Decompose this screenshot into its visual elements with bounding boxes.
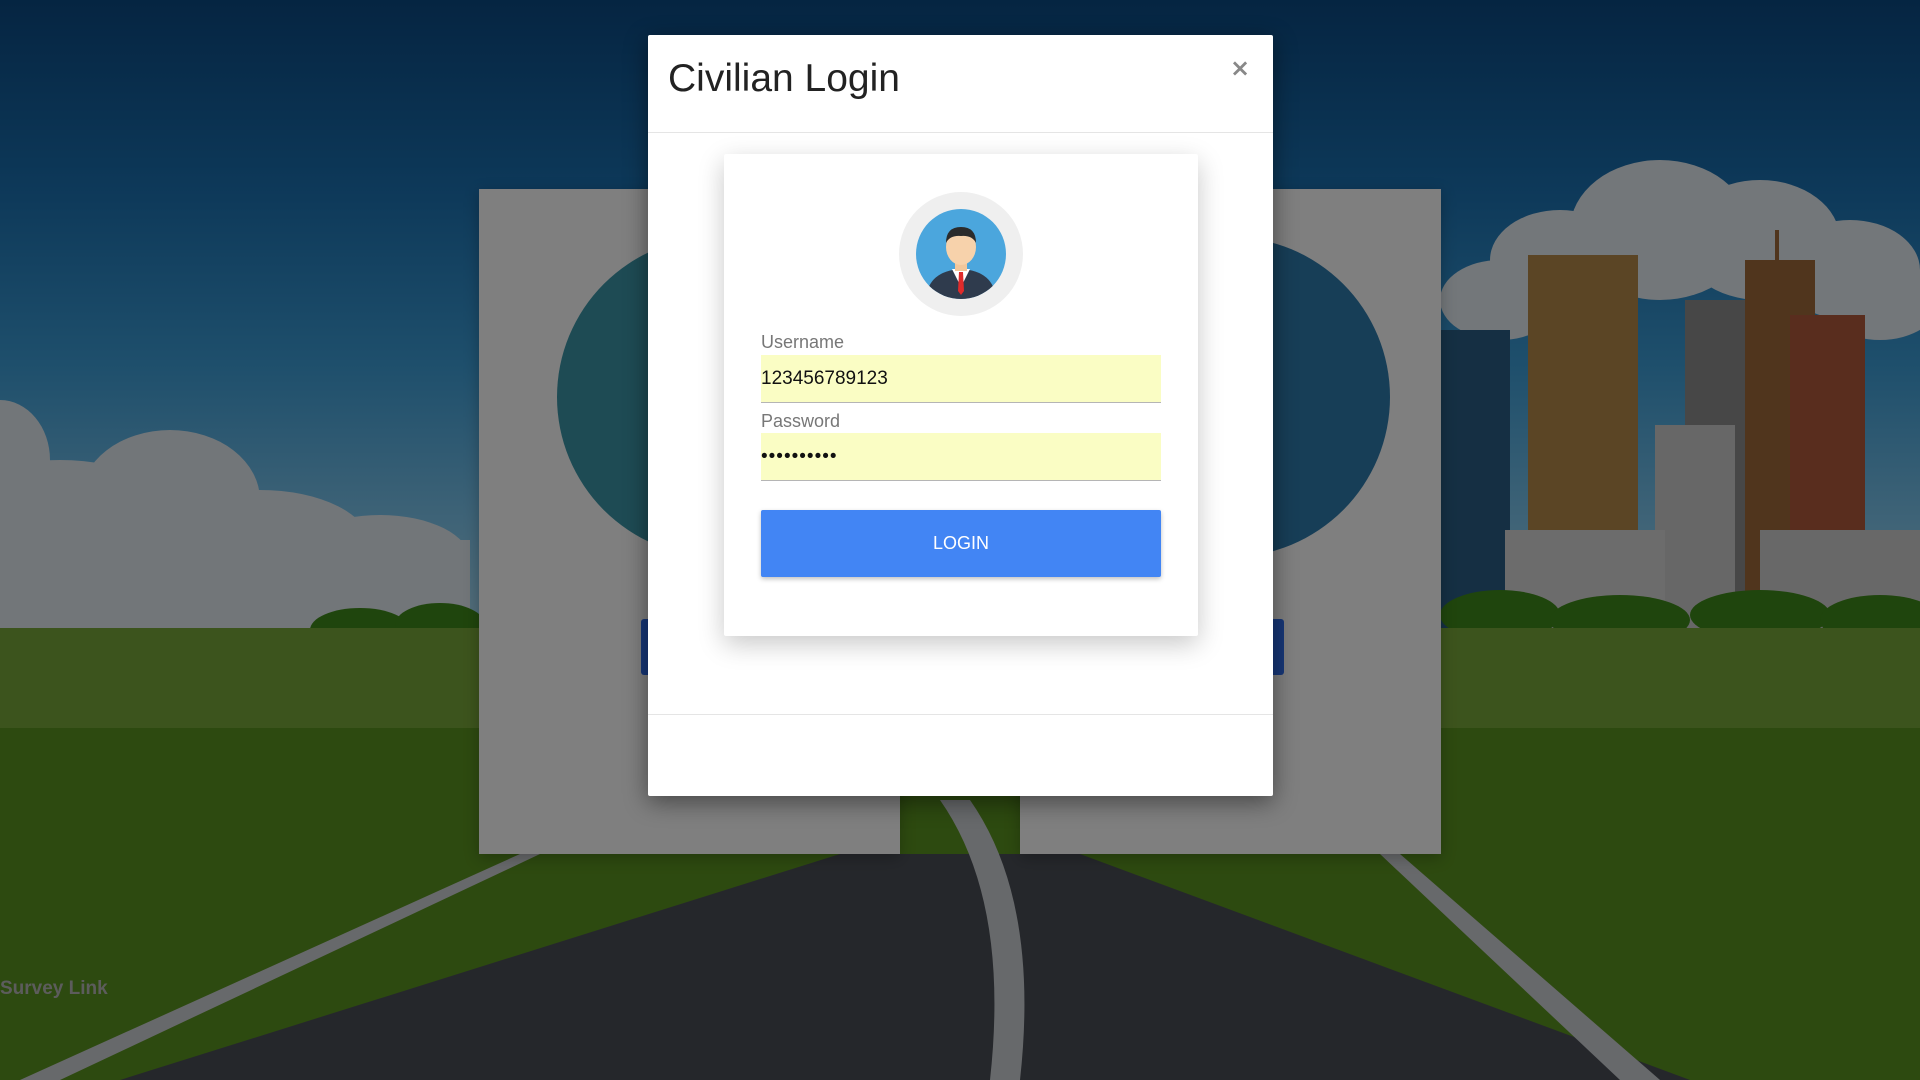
login-modal: Civilian Login × Username Password LOG [648, 35, 1273, 796]
login-card: Username Password LOGIN [724, 154, 1198, 636]
businessman-avatar-icon [916, 209, 1006, 299]
modal-footer [648, 714, 1273, 796]
password-input[interactable] [761, 433, 1161, 481]
password-label: Password [761, 411, 841, 431]
modal-header: Civilian Login × [648, 35, 1273, 133]
username-label: Username [761, 332, 845, 352]
username-input[interactable] [761, 355, 1161, 403]
avatar [899, 192, 1023, 316]
close-icon[interactable]: × [1225, 53, 1255, 83]
login-button[interactable]: LOGIN [761, 510, 1161, 577]
modal-title: Civilian Login [668, 57, 900, 100]
